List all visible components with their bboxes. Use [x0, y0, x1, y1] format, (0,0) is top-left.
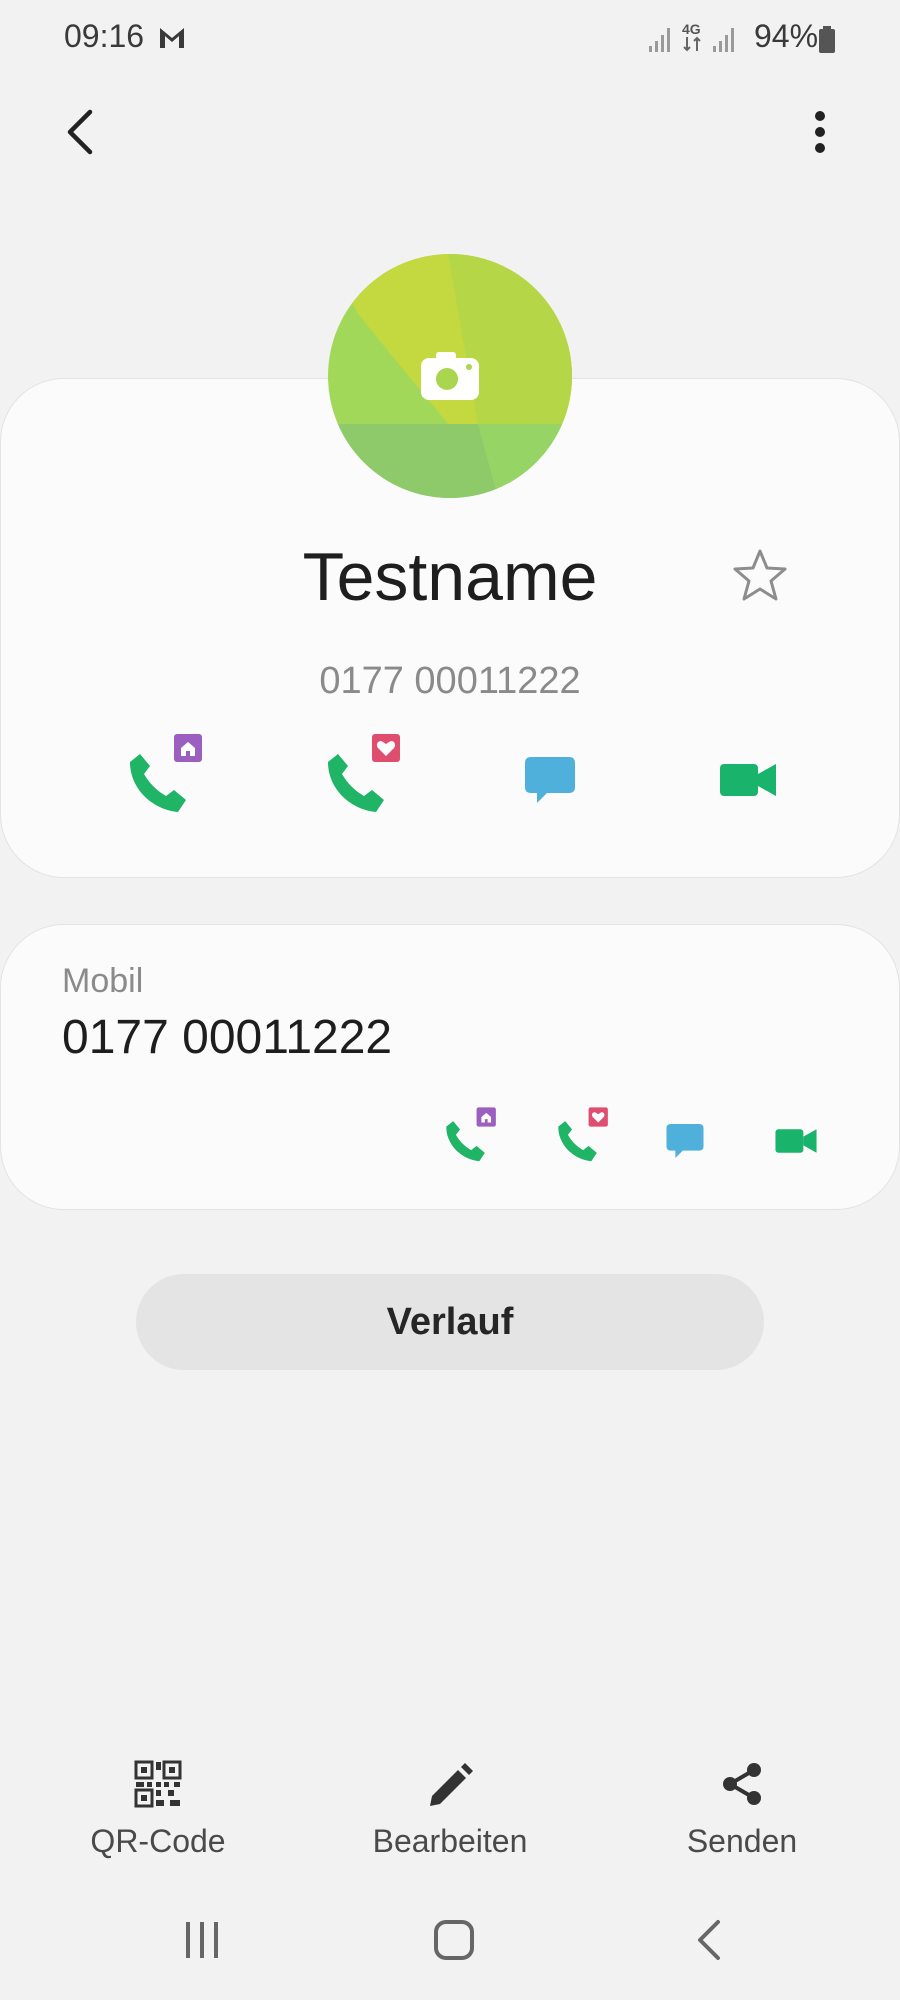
phone-number[interactable]: 0177 00011222 [62, 1010, 392, 1065]
qr-code-icon [134, 1760, 182, 1808]
qr-code-label: QR-Code [90, 1823, 226, 1859]
system-back-button[interactable] [690, 1918, 726, 1967]
signal-icon [712, 26, 738, 57]
back-chevron-icon [698, 1920, 720, 1960]
home-icon [434, 1920, 474, 1960]
edit-button[interactable]: Bearbeiten [350, 1760, 550, 1860]
favorite-button[interactable] [732, 548, 788, 607]
edit-label: Bearbeiten [372, 1823, 528, 1859]
call-favorite-sim-button[interactable] [316, 732, 406, 822]
recents-button[interactable] [180, 1918, 224, 1967]
message-button[interactable] [512, 742, 588, 818]
network-type-icon: 4G [682, 22, 702, 57]
star-outline-icon [733, 549, 787, 601]
call-home-sim-button[interactable] [118, 732, 208, 822]
call-favorite-sim-button-small[interactable] [550, 1106, 612, 1168]
message-bubble-icon [666, 1123, 704, 1159]
back-arrow-icon [67, 109, 93, 155]
phone-type-label: Mobil [62, 962, 144, 1000]
avatar[interactable] [328, 254, 572, 498]
video-camera-icon [720, 764, 776, 796]
qr-code-button[interactable]: QR-Code [58, 1760, 258, 1860]
video-camera-icon [775, 1129, 817, 1153]
video-call-button-small[interactable] [770, 1116, 822, 1166]
status-time: 09:16 [64, 18, 145, 54]
phone-home-icon [446, 1107, 496, 1162]
share-icon [723, 1763, 761, 1805]
share-label: Senden [686, 1823, 798, 1859]
battery-icon [818, 26, 836, 59]
battery-percentage: 94% [754, 18, 819, 54]
recents-icon [186, 1922, 218, 1958]
gmail-notification-icon [158, 24, 186, 55]
home-button[interactable] [432, 1918, 476, 1967]
camera-icon [421, 352, 479, 400]
more-options-button[interactable] [800, 104, 840, 160]
call-home-sim-button-small[interactable] [438, 1106, 500, 1168]
phone-home-icon [130, 734, 202, 812]
history-button[interactable]: Verlauf [136, 1274, 764, 1370]
message-button-small[interactable] [660, 1116, 710, 1166]
message-bubble-icon [525, 757, 575, 803]
video-call-button[interactable] [708, 742, 788, 818]
signal-icon [648, 26, 674, 57]
back-button[interactable] [52, 104, 108, 160]
share-button[interactable]: Senden [642, 1760, 842, 1860]
phone-heart-icon [558, 1107, 608, 1162]
more-vertical-icon [815, 111, 825, 153]
phone-heart-icon [328, 734, 400, 812]
pencil-icon [430, 1763, 473, 1806]
contact-number: 0177 00011222 [319, 660, 581, 702]
